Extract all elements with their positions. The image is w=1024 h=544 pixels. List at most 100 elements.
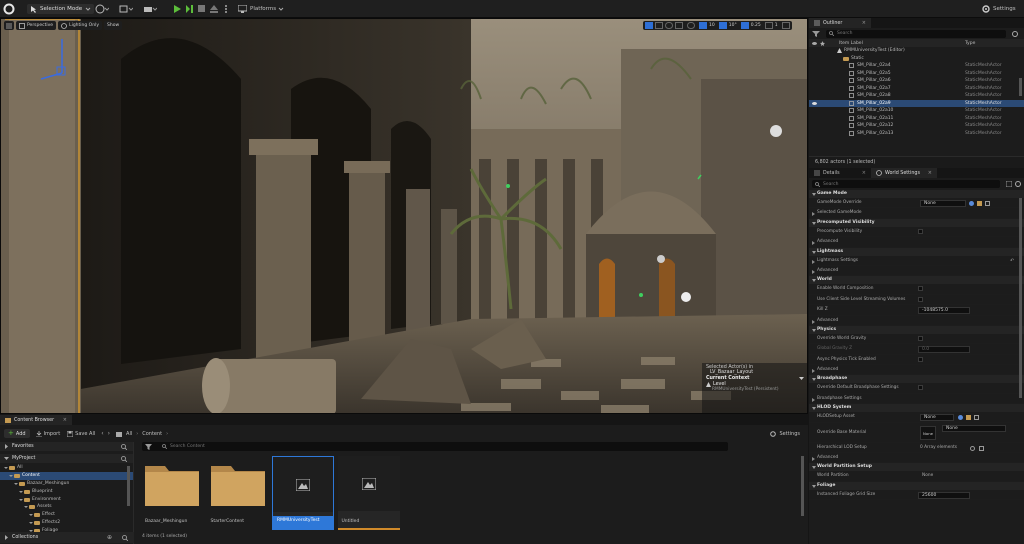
grid-view-icon[interactable]	[1006, 181, 1013, 187]
prop-advanced[interactable]: Advanced	[809, 365, 1024, 376]
outliner-row[interactable]: SM_Pillar_02a10 StaticMeshActor	[809, 107, 1024, 115]
maximize-viewport-icon[interactable]	[781, 22, 790, 29]
outliner-row[interactable]: SM_Pillar_02a4 StaticMeshActor	[809, 62, 1024, 70]
type-column-header[interactable]: Type	[965, 41, 975, 46]
section-world[interactable]: World	[809, 276, 1024, 285]
search-icon[interactable]	[122, 534, 128, 541]
camera-speed-value[interactable]: 1	[775, 23, 778, 28]
scale-tool-icon[interactable]	[675, 22, 683, 29]
checkbox[interactable]	[918, 286, 923, 292]
close-icon[interactable]: ×	[862, 20, 866, 26]
close-icon[interactable]: ×	[63, 417, 67, 423]
asset-search-input[interactable]: Search Content	[158, 442, 728, 451]
outliner-row[interactable]: SM_Pillar_02a5 StaticMeshActor	[809, 70, 1024, 78]
viewport-menu-icon[interactable]	[4, 21, 14, 30]
prop-selected-gamemode[interactable]: Selected GameMode	[809, 208, 1024, 219]
outliner-row[interactable]: SM_Pillar_02a8 StaticMeshActor	[809, 92, 1024, 100]
select-tool-icon[interactable]	[645, 22, 653, 29]
platforms-menu[interactable]: Platforms	[238, 4, 284, 14]
trash-icon[interactable]	[979, 445, 984, 451]
cinematics-icon[interactable]	[143, 4, 157, 14]
folder-tree-item[interactable]: Effect	[0, 511, 133, 519]
play-options-icon[interactable]	[185, 4, 194, 14]
folder-icon[interactable]	[116, 431, 123, 437]
section-foliage[interactable]: Foliage	[809, 481, 1024, 490]
folder-tree-item[interactable]: All	[0, 464, 133, 472]
more-options-icon[interactable]	[224, 5, 228, 13]
favorites-header[interactable]: Favorites	[0, 442, 133, 451]
folder-tree-item[interactable]: Environment	[0, 496, 133, 504]
prop-advanced[interactable]: Advanced	[809, 453, 1024, 464]
section-lightmass[interactable]: Lightmass	[809, 247, 1024, 256]
breadcrumb-content[interactable]: Content	[142, 431, 162, 437]
content-settings-button[interactable]: Settings	[770, 429, 800, 438]
prop-advanced[interactable]: Advanced	[809, 316, 1024, 326]
level-viewport[interactable]: Perspective Lighting Only Show 10 10° 0.…	[0, 18, 808, 414]
filter-icon[interactable]	[812, 30, 820, 37]
view-mode-button[interactable]: Lighting Only	[58, 21, 102, 30]
close-icon[interactable]: ×	[862, 170, 866, 176]
translate-tool-icon[interactable]	[655, 22, 663, 29]
breadcrumb-all[interactable]: All	[126, 431, 132, 437]
world-settings-tab[interactable]: World Settings ×	[871, 168, 937, 178]
gamemode-dropdown[interactable]: None	[920, 200, 966, 207]
hlod-setup-dropdown[interactable]: None	[920, 414, 954, 422]
folder-tree-item[interactable]: Bazaar_Meshingun	[0, 480, 133, 488]
add-icon[interactable]	[974, 415, 979, 421]
settings-icon[interactable]	[1012, 30, 1019, 37]
back-icon[interactable]: ‹	[101, 430, 103, 437]
add-button[interactable]: + Add	[4, 429, 30, 438]
checkbox[interactable]	[918, 228, 923, 234]
details-tab[interactable]: Details ×	[809, 168, 871, 178]
details-scrollbar[interactable]	[1019, 198, 1022, 398]
prop-advanced[interactable]: Advanced	[809, 237, 1024, 248]
quick-add-icon[interactable]	[95, 4, 109, 14]
project-header[interactable]: MyProject	[0, 454, 133, 463]
rotate-tool-icon[interactable]	[665, 22, 673, 29]
outliner-row[interactable]: SM_Pillar_02a11 StaticMeshActor	[809, 115, 1024, 123]
grid-snap-icon[interactable]	[699, 22, 707, 29]
prop-broadphase-settings[interactable]: Broadphase Settings	[809, 394, 1024, 405]
section-hlod-system[interactable]: HLOD System	[809, 404, 1024, 413]
level-tile[interactable]: RMMUniversityTest	[272, 456, 334, 530]
folder-icon[interactable]	[977, 201, 982, 206]
close-icon[interactable]: ×	[928, 170, 932, 176]
section-precomputed-visibility[interactable]: Precomputed Visibility	[809, 218, 1024, 227]
outliner-root-row[interactable]: RMMUniversityTest (Editor)	[809, 47, 1024, 55]
folder-tile[interactable]: Bazaar_Meshingun	[141, 456, 203, 530]
folder-tile[interactable]: StarterContent	[207, 456, 269, 530]
scale-snap-icon[interactable]	[740, 22, 749, 29]
foliage-grid-input[interactable]: 25600	[918, 491, 970, 499]
add-element-icon[interactable]	[970, 445, 975, 451]
checkbox[interactable]	[918, 335, 923, 341]
show-button[interactable]: Show	[104, 21, 123, 30]
checkbox[interactable]	[918, 385, 923, 391]
unreal-logo[interactable]	[3, 3, 15, 15]
item-label-column-header[interactable]: Item Label	[839, 41, 863, 46]
kill-z-input[interactable]: -1048575.0	[918, 307, 970, 315]
blueprints-icon[interactable]	[119, 4, 133, 14]
material-thumbnail[interactable]: None	[920, 425, 936, 440]
folder-tree-item[interactable]: Effects2	[0, 519, 133, 527]
settings-icon[interactable]	[1015, 181, 1021, 187]
browse-icon[interactable]	[958, 415, 963, 421]
rotation-snap-value[interactable]: 10°	[729, 23, 737, 28]
content-browser-tab[interactable]: Content Browser ×	[0, 415, 72, 425]
save-all-button[interactable]: Save All	[67, 429, 95, 438]
add-icon[interactable]	[985, 201, 990, 206]
outliner-row[interactable]: SM_Pillar_02a6 StaticMeshActor	[809, 77, 1024, 85]
camera-speed-icon[interactable]	[764, 22, 773, 29]
scale-snap-value[interactable]: 0.25	[751, 23, 761, 28]
outliner-row[interactable]: SM_Pillar_02a7 StaticMeshActor	[809, 85, 1024, 93]
browse-icon[interactable]	[969, 201, 974, 206]
prop-lightmass-settings[interactable]: Lightmass Settings ↶	[809, 256, 1024, 266]
outliner-row[interactable]: SM_Pillar_02a9 StaticMeshActor	[809, 99, 1024, 107]
details-search-input[interactable]: Search	[812, 180, 1001, 188]
selection-mode-dropdown[interactable]: Selection Mode	[27, 4, 95, 14]
override-base-dropdown[interactable]: None	[942, 424, 1006, 432]
section-physics[interactable]: Physics	[809, 325, 1024, 334]
play-icon[interactable]	[173, 4, 182, 14]
section-broadphase[interactable]: Broadphase	[809, 375, 1024, 384]
reset-icon[interactable]: ↶	[1010, 256, 1014, 266]
folder-icon[interactable]	[966, 415, 971, 421]
